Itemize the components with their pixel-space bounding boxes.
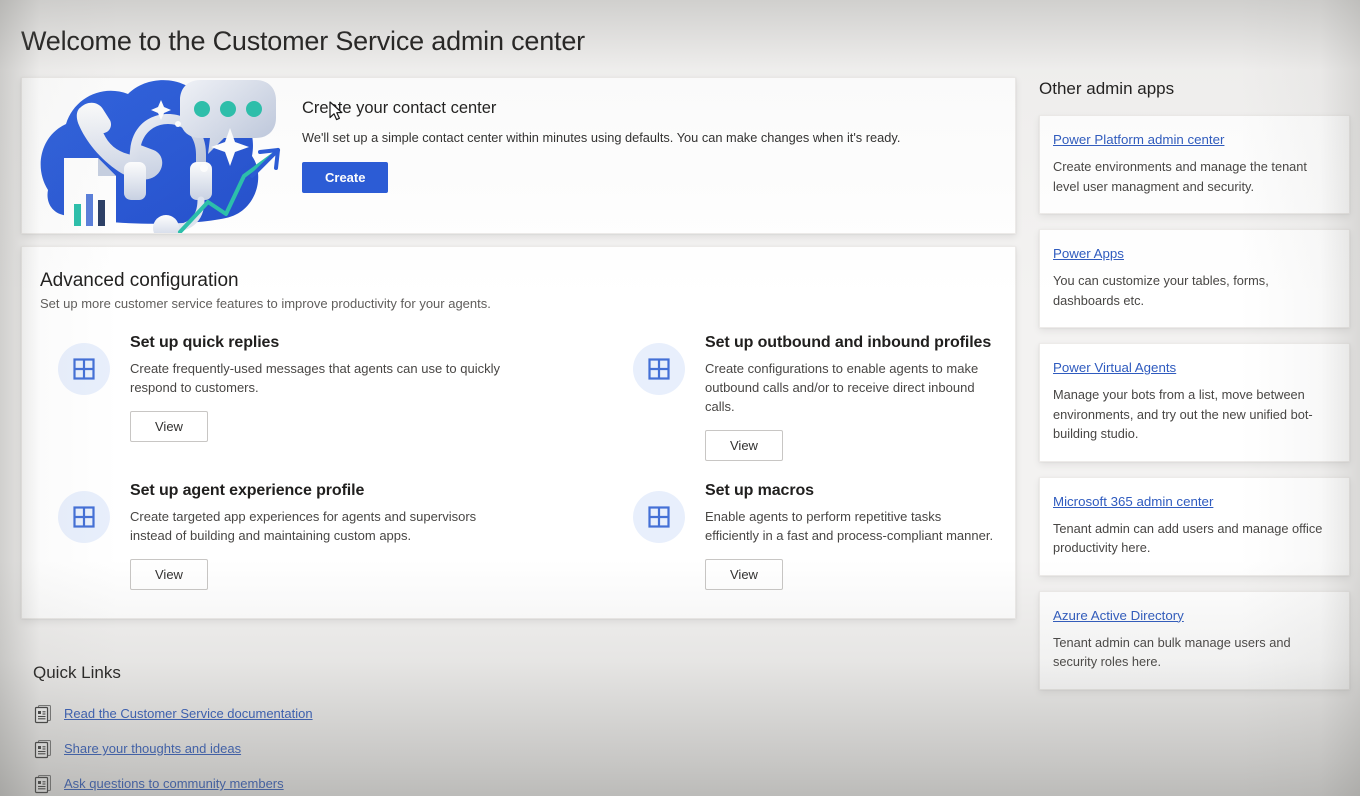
app-card-description: You can customize your tables, forms, da…	[1053, 271, 1335, 310]
document-icon	[33, 704, 53, 724]
app-link-power-platform-admin-center[interactable]: Power Platform admin center	[1053, 132, 1224, 147]
advanced-configuration-grid: Set up quick replies Create frequently-u…	[40, 333, 997, 590]
app-card-description: Tenant admin can add users and manage of…	[1053, 519, 1335, 558]
advanced-configuration-card: Advanced configuration Set up more custo…	[21, 246, 1016, 619]
view-macros-button[interactable]: View	[705, 559, 783, 590]
contact-center-body: Create your contact center We'll set up …	[302, 78, 1015, 233]
advanced-item-description: Create frequently-used messages that age…	[130, 359, 502, 397]
quick-link-share-thoughts[interactable]: Share your thoughts and ideas	[33, 731, 633, 766]
app-card-azure-active-directory: Azure Active Directory Tenant admin can …	[1039, 591, 1350, 690]
main-column: Create your contact center We'll set up …	[21, 77, 1016, 619]
app-card-microsoft-365-admin-center: Microsoft 365 admin center Tenant admin …	[1039, 477, 1350, 576]
advanced-item-quick-replies: Set up quick replies Create frequently-u…	[40, 333, 615, 461]
contact-center-illustration	[22, 78, 302, 233]
advanced-item-body: Set up quick replies Create frequently-u…	[130, 333, 615, 442]
app-card-description: Tenant admin can bulk manage users and s…	[1053, 633, 1335, 672]
contact-center-title: Create your contact center	[302, 99, 1015, 118]
quick-link-label[interactable]: Share your thoughts and ideas	[64, 741, 241, 756]
quick-link-community[interactable]: Ask questions to community members	[33, 766, 633, 796]
quick-link-label[interactable]: Read the Customer Service documentation	[64, 706, 313, 721]
grid-icon	[58, 343, 110, 395]
view-agent-experience-profile-button[interactable]: View	[130, 559, 208, 590]
advanced-item-description: Enable agents to perform repetitive task…	[705, 507, 997, 545]
app-link-microsoft-365-admin-center[interactable]: Microsoft 365 admin center	[1053, 494, 1213, 509]
advanced-item-outbound-inbound-profiles: Set up outbound and inbound profiles Cre…	[615, 333, 997, 461]
app-card-power-platform-admin-center: Power Platform admin center Create envir…	[1039, 115, 1350, 214]
document-icon	[33, 739, 53, 759]
quick-link-label[interactable]: Ask questions to community members	[64, 776, 284, 791]
quick-link-documentation[interactable]: Read the Customer Service documentation	[33, 696, 633, 731]
advanced-item-title: Set up quick replies	[130, 334, 615, 352]
quick-links-section: Quick Links Read the Customer Service do…	[33, 663, 633, 796]
app-link-power-apps[interactable]: Power Apps	[1053, 246, 1124, 261]
app-link-azure-active-directory[interactable]: Azure Active Directory	[1053, 608, 1184, 623]
grid-icon	[633, 343, 685, 395]
advanced-item-body: Set up outbound and inbound profiles Cre…	[705, 333, 997, 461]
create-contact-center-button[interactable]: Create	[302, 162, 388, 193]
advanced-item-description: Create targeted app experiences for agen…	[130, 507, 502, 545]
advanced-item-title: Set up macros	[705, 482, 997, 500]
contact-center-card: Create your contact center We'll set up …	[21, 77, 1016, 234]
advanced-configuration-title: Advanced configuration	[40, 270, 997, 292]
advanced-item-title: Set up agent experience profile	[130, 482, 615, 500]
app-card-power-apps: Power Apps You can customize your tables…	[1039, 229, 1350, 328]
other-admin-apps-title: Other admin apps	[1039, 79, 1350, 99]
app-card-description: Create environments and manage the tenan…	[1053, 157, 1335, 196]
advanced-item-body: Set up macros Enable agents to perform r…	[705, 481, 997, 590]
advanced-item-macros: Set up macros Enable agents to perform r…	[615, 481, 997, 590]
page-title: Welcome to the Customer Service admin ce…	[21, 26, 585, 57]
grid-icon	[58, 491, 110, 543]
app-card-description: Manage your bots from a list, move betwe…	[1053, 385, 1335, 444]
grid-icon	[633, 491, 685, 543]
app-card-power-virtual-agents: Power Virtual Agents Manage your bots fr…	[1039, 343, 1350, 462]
document-icon	[33, 774, 53, 794]
view-outbound-inbound-profiles-button[interactable]: View	[705, 430, 783, 461]
other-admin-apps-section: Other admin apps Power Platform admin ce…	[1039, 79, 1350, 705]
view-quick-replies-button[interactable]: View	[130, 411, 208, 442]
advanced-configuration-subtitle: Set up more customer service features to…	[40, 296, 997, 311]
advanced-item-title: Set up outbound and inbound profiles	[705, 334, 997, 352]
quick-links-title: Quick Links	[33, 663, 633, 683]
app-link-power-virtual-agents[interactable]: Power Virtual Agents	[1053, 360, 1176, 375]
advanced-item-body: Set up agent experience profile Create t…	[130, 481, 615, 590]
contact-center-description: We'll set up a simple contact center wit…	[302, 130, 1015, 145]
advanced-item-agent-experience-profile: Set up agent experience profile Create t…	[40, 481, 615, 590]
admin-center-page: Welcome to the Customer Service admin ce…	[0, 0, 1360, 796]
advanced-item-description: Create configurations to enable agents t…	[705, 359, 997, 416]
